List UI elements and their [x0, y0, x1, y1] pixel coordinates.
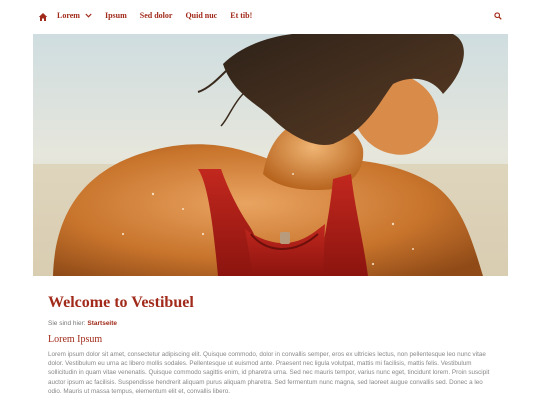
nav-item-label: Et tib! [230, 11, 253, 20]
nav-item-label: Sed dolor [139, 11, 173, 20]
section-heading: Lorem Ipsum [48, 334, 103, 345]
top-navigation: Lorem Ipsum Sed dolor Quid nuc Et tib! [0, 0, 540, 34]
hero-image [33, 34, 508, 276]
breadcrumb: Sie sind hier: Startseite [48, 320, 493, 327]
page-title: Welcome to Vestibuel [48, 294, 194, 311]
nav-item-et-tib[interactable]: Et tib! [230, 11, 252, 20]
body-paragraph: Lorem ipsum dolor sit amet, consectetur … [48, 351, 490, 395]
breadcrumb-link-home[interactable]: Startseite [87, 320, 117, 327]
nav-menu: Lorem Ipsum Sed dolor Quid nuc Et tib! [57, 11, 265, 20]
breadcrumb-prefix: Sie sind hier: [48, 320, 86, 327]
chevron-down-icon [85, 13, 92, 18]
nav-item-sed-dolor[interactable]: Sed dolor [140, 11, 173, 20]
nav-item-label: Ipsum [104, 11, 127, 20]
main-content: Welcome to Vestibuel Sie sind hier: Star… [48, 294, 493, 396]
nav-item-ipsum[interactable]: Ipsum [105, 11, 127, 20]
nav-item-lorem[interactable]: Lorem [57, 11, 92, 20]
nav-item-label: Lorem [57, 11, 80, 20]
nav-item-label: Quid nuc [185, 11, 218, 20]
home-icon[interactable] [38, 12, 48, 22]
nav-item-quid-nuc[interactable]: Quid nuc [185, 11, 217, 20]
hero-photo [33, 34, 508, 276]
search-icon[interactable] [494, 12, 502, 20]
